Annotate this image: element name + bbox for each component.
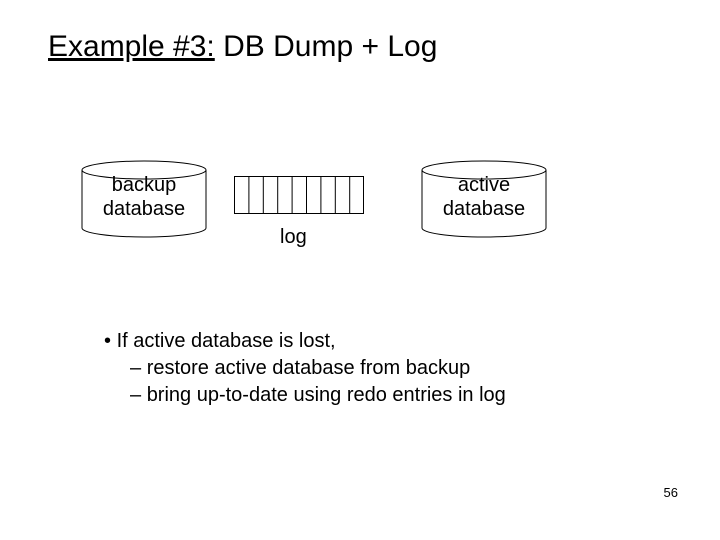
bullet-1: If active database is lost, (104, 328, 506, 355)
active-database-label: active database (420, 174, 548, 221)
bullet-1a-text: restore active database from backup (147, 357, 471, 379)
title-underlined: Example #3: (48, 30, 215, 63)
slide-title: Example #3: DB Dump + Log (48, 30, 437, 64)
bullet-1a: restore active database from backup (104, 355, 506, 382)
slide: Example #3: DB Dump + Log backup databas… (0, 0, 720, 540)
bullet-1b: bring up-to-date using redo entries in l… (104, 382, 506, 409)
backup-database-cylinder: backup database (80, 160, 208, 230)
backup-label-line2: database (103, 198, 185, 220)
page-number: 56 (664, 485, 678, 500)
active-label-line1: active (458, 174, 510, 196)
bullet-list: If active database is lost, restore acti… (104, 328, 506, 409)
title-rest: DB Dump + Log (215, 30, 438, 63)
bullet-1b-text: bring up-to-date using redo entries in l… (147, 384, 506, 406)
log-box (234, 176, 364, 214)
diagram-area: backup database log (80, 160, 640, 280)
log-label: log (280, 226, 307, 249)
active-label-line2: database (443, 198, 525, 220)
active-database-cylinder: active database (420, 160, 548, 230)
bullet-1-text: If active database is lost, (117, 330, 336, 352)
backup-label-line1: backup (112, 174, 177, 196)
backup-database-label: backup database (80, 174, 208, 221)
log-rect-icon (234, 176, 364, 214)
